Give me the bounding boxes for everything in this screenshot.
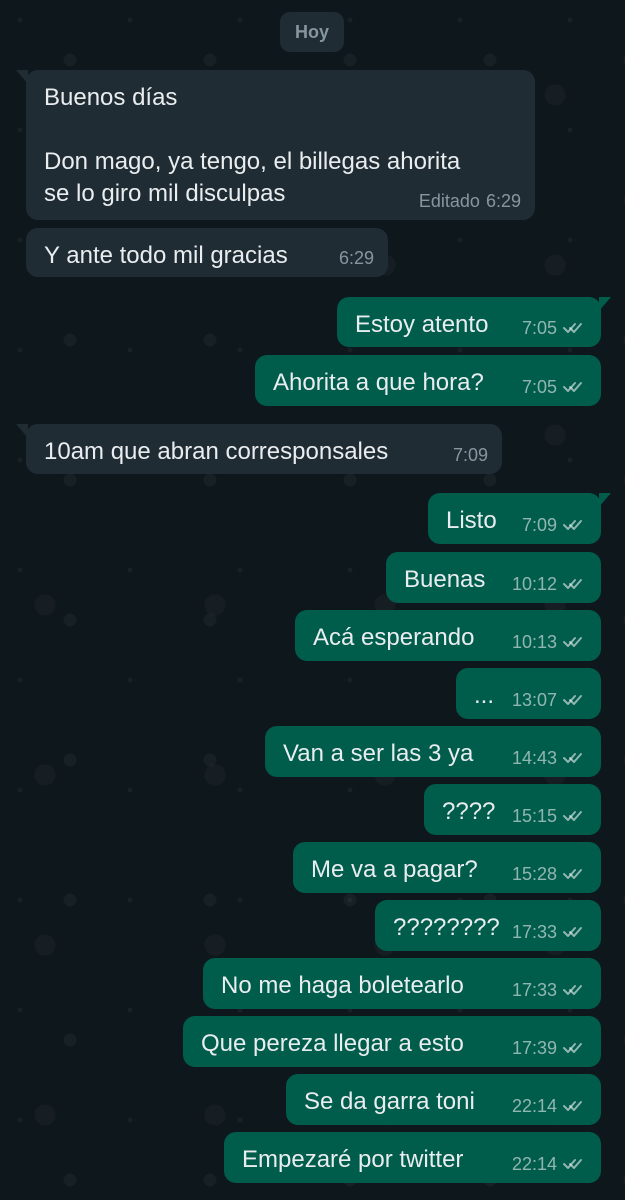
- message-meta: 22:14: [512, 1097, 587, 1115]
- message-time: 17:33: [511, 980, 557, 1000]
- message-meta: 22:14: [512, 1155, 587, 1173]
- message-meta: 7:09: [453, 446, 488, 464]
- incoming-message-bubble[interactable]: Buenos días Don mago, ya tengo, el bille…: [16, 70, 535, 220]
- message-time: 7:09: [452, 445, 488, 465]
- outgoing-message-bubble[interactable]: No me haga boletearlo 17:33: [203, 958, 601, 1009]
- outgoing-message-bubble[interactable]: Empezaré por twitter 22:14: [224, 1132, 601, 1183]
- message-meta: 14:43: [512, 749, 587, 767]
- message-time: 14:43: [511, 748, 557, 768]
- outgoing-message-bubble[interactable]: Van a ser las 3 ya 14:43: [265, 726, 601, 777]
- message-meta: 10:12: [512, 575, 587, 593]
- double-check-icon: [563, 1043, 582, 1053]
- edited-label: Editado: [418, 191, 480, 211]
- message-text: Estoy atento: [355, 311, 489, 338]
- message-time: 10:13: [511, 632, 557, 652]
- message-meta: 15:28: [512, 865, 587, 883]
- double-check-icon: [563, 579, 582, 589]
- outgoing-message-bubble[interactable]: ???? 15:15: [424, 784, 601, 835]
- outgoing-message-bubble[interactable]: Se da garra toni 22:14: [286, 1074, 601, 1125]
- message-meta: 17:33: [512, 981, 587, 999]
- message-time: 10:12: [511, 574, 557, 594]
- message-text: Me va a pagar?: [311, 856, 478, 883]
- message-time: 17:33: [511, 922, 557, 942]
- double-check-icon: [563, 382, 582, 392]
- double-check-icon: [563, 985, 582, 995]
- message-time: 22:14: [511, 1096, 557, 1116]
- message-text: Y ante todo mil gracias: [44, 242, 288, 269]
- message-text: ????: [442, 798, 496, 825]
- message-text: No me haga boletearlo: [221, 972, 464, 999]
- double-check-icon: [563, 927, 582, 937]
- message-time: 22:14: [511, 1154, 557, 1174]
- message-meta: Editado 6:29: [419, 192, 521, 210]
- incoming-message-bubble[interactable]: 10am que abran corresponsales 7:09: [16, 424, 502, 474]
- double-check-icon: [563, 323, 582, 333]
- chat-screen: Hoy Buenos días Don mago, ya tengo, el b…: [0, 0, 625, 1200]
- message-text: Buenas: [404, 566, 486, 593]
- double-check-icon: [563, 1159, 582, 1169]
- double-check-icon: [563, 695, 582, 705]
- double-check-icon: [563, 811, 582, 821]
- message-text: Listo: [446, 507, 497, 534]
- message-text: Ahorita a que hora?: [273, 369, 484, 396]
- outgoing-message-bubble[interactable]: Ahorita a que hora? 7:05: [255, 355, 601, 406]
- message-meta: 7:05: [522, 319, 587, 337]
- outgoing-message-bubble[interactable]: Listo 7:09: [428, 493, 611, 544]
- incoming-message-bubble[interactable]: Y ante todo mil gracias 6:29: [26, 228, 388, 277]
- message-text: 10am que abran corresponsales: [44, 438, 389, 465]
- message-time: 7:09: [521, 515, 557, 535]
- message-time: 6:29: [338, 248, 374, 268]
- message-time: 15:28: [511, 864, 557, 884]
- message-text: Van a ser las 3 ya: [283, 740, 474, 767]
- outgoing-message-bubble[interactable]: ???????? 17:33: [375, 900, 601, 951]
- double-check-icon: [563, 869, 582, 879]
- message-text: Que pereza llegar a esto: [201, 1030, 464, 1057]
- message-meta: 10:13: [512, 633, 587, 651]
- double-check-icon: [563, 753, 582, 763]
- message-text: ????????: [393, 914, 500, 941]
- double-check-icon: [563, 520, 582, 530]
- double-check-icon: [563, 637, 582, 647]
- message-text: Buenos días Don mago, ya tengo, el bille…: [44, 84, 461, 207]
- message-time: 7:05: [521, 318, 557, 338]
- message-text: Acá esperando: [313, 624, 475, 651]
- message-text: Se da garra toni: [304, 1088, 475, 1115]
- outgoing-message-bubble[interactable]: Que pereza llegar a esto 17:39: [183, 1016, 601, 1067]
- message-time: 13:07: [511, 690, 557, 710]
- message-meta: 6:29: [339, 249, 374, 267]
- message-time: 17:39: [511, 1038, 557, 1058]
- message-text: Empezaré por twitter: [242, 1146, 464, 1173]
- message-meta: 7:05: [522, 378, 587, 396]
- date-chip: Hoy: [280, 12, 344, 52]
- message-meta: 13:07: [512, 691, 587, 709]
- message-meta: 17:39: [512, 1039, 587, 1057]
- message-time: 6:29: [485, 191, 521, 211]
- message-time: 15:15: [511, 806, 557, 826]
- message-meta: 15:15: [512, 807, 587, 825]
- message-time: 7:05: [521, 377, 557, 397]
- message-meta: 17:33: [512, 923, 587, 941]
- message-meta: 7:09: [522, 516, 587, 534]
- outgoing-message-bubble[interactable]: Buenas 10:12: [386, 552, 601, 603]
- message-text: ...: [474, 682, 495, 709]
- outgoing-message-bubble[interactable]: Me va a pagar? 15:28: [293, 842, 601, 893]
- outgoing-message-bubble[interactable]: Estoy atento 7:05: [337, 297, 611, 347]
- outgoing-message-bubble[interactable]: Acá esperando 10:13: [295, 610, 601, 661]
- double-check-icon: [563, 1101, 582, 1111]
- outgoing-message-bubble[interactable]: ... 13:07: [456, 668, 601, 719]
